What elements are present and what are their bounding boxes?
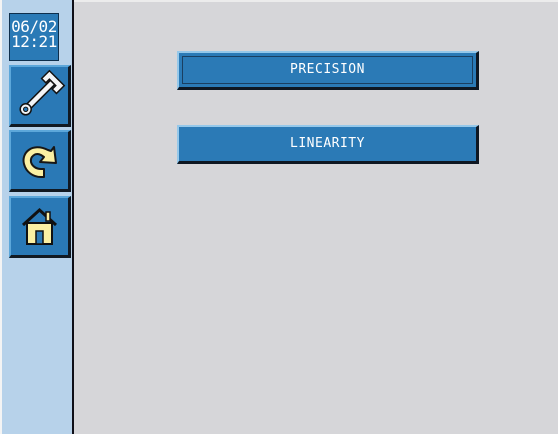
- top-border: [74, 0, 558, 2]
- linearity-button-label: LINEARITY: [290, 136, 365, 151]
- precision-button[interactable]: PRECISION: [177, 51, 479, 90]
- tools-button[interactable]: [9, 65, 71, 127]
- clock-time: 12:21: [11, 32, 57, 51]
- return-button[interactable]: [9, 130, 71, 192]
- home-button[interactable]: [9, 196, 71, 258]
- linearity-button[interactable]: LINEARITY: [177, 125, 479, 164]
- device-screen: 06/02 12:21 PRECISION LINEARITY: [0, 0, 558, 434]
- wrench-icon: [19, 69, 66, 116]
- clock-display: 06/02 12:21: [9, 13, 59, 61]
- return-arrow-icon: [22, 146, 57, 178]
- precision-button-label: PRECISION: [290, 62, 365, 77]
- left-sidebar: 06/02 12:21: [0, 0, 74, 434]
- home-icon: [21, 207, 58, 245]
